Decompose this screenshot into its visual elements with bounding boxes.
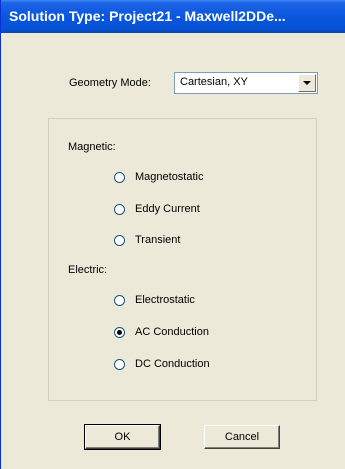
radio-label: Electrostatic [135,294,195,306]
chevron-down-icon[interactable] [298,74,316,92]
radio-label: DC Conduction [135,358,210,370]
radio-label: Magnetostatic [135,171,204,183]
magnetic-section-label: Magnetic: [68,141,116,153]
radio-button-icon[interactable] [114,359,125,370]
geometry-mode-label: Geometry Mode: [69,77,151,89]
radio-button-icon[interactable] [114,295,125,306]
cancel-button[interactable]: Cancel [204,425,280,449]
radio-button-icon[interactable] [114,327,125,338]
radio-button-icon[interactable] [114,172,125,183]
radio-button-icon[interactable] [114,235,125,246]
solution-type-dialog: Solution Type: Project21 - Maxwell2DDe..… [0,0,345,469]
radio-button-icon[interactable] [114,204,125,215]
radio-label: AC Conduction [135,326,209,338]
electric-section-label: Electric: [68,264,108,276]
radio-label: Eddy Current [135,203,200,215]
geometry-mode-value: Cartesian, XY [180,76,248,88]
ok-button[interactable]: OK [84,424,161,450]
dialog-title: Solution Type: Project21 - Maxwell2DDe..… [1,0,345,33]
radio-label: Transient [135,234,181,246]
geometry-mode-select[interactable]: Cartesian, XY [174,72,318,94]
